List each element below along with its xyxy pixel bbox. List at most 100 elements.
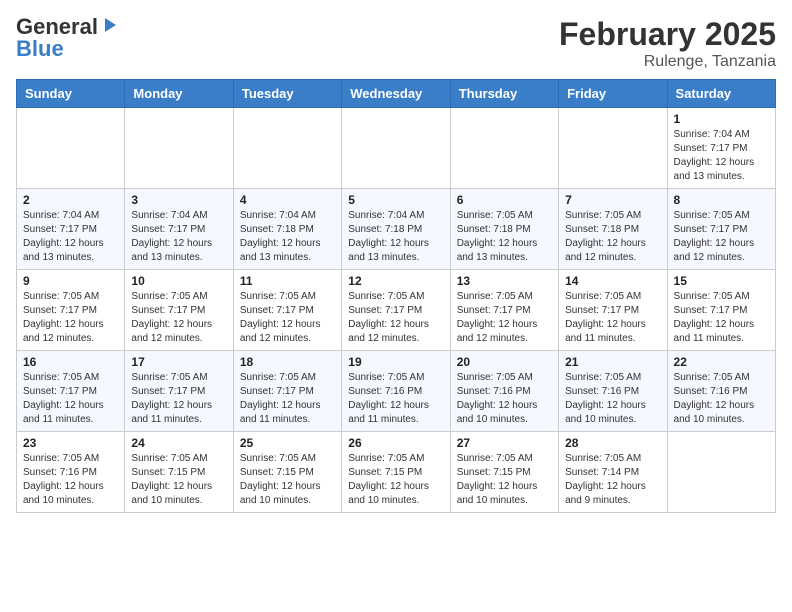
logo-general-text: General [16,16,98,38]
day-number: 7 [565,193,660,207]
calendar-header-wednesday: Wednesday [342,80,450,108]
day-info: Sunrise: 7:04 AM Sunset: 7:18 PM Dayligh… [240,209,335,265]
calendar-day-cell: 8 Sunrise: 7:05 AM Sunset: 7:17 PM Daylig… [667,189,775,270]
calendar-header-tuesday: Tuesday [233,80,341,108]
logo: General Blue [16,16,118,60]
day-number: 12 [348,274,443,288]
day-info: Sunrise: 7:05 AM Sunset: 7:17 PM Dayligh… [131,290,226,346]
calendar-day-cell: 20 Sunrise: 7:05 AM Sunset: 7:16 PM Dayli… [450,351,558,432]
calendar-day-cell: 10 Sunrise: 7:05 AM Sunset: 7:17 PM Dayli… [125,270,233,351]
calendar-day-cell: 3 Sunrise: 7:04 AM Sunset: 7:17 PM Daylig… [125,189,233,270]
day-number: 28 [565,436,660,450]
calendar-day-cell: 24 Sunrise: 7:05 AM Sunset: 7:15 PM Dayli… [125,432,233,513]
calendar-day-cell: 6 Sunrise: 7:05 AM Sunset: 7:18 PM Daylig… [450,189,558,270]
day-info: Sunrise: 7:05 AM Sunset: 7:17 PM Dayligh… [240,290,335,346]
day-info: Sunrise: 7:05 AM Sunset: 7:16 PM Dayligh… [457,371,552,427]
day-info: Sunrise: 7:05 AM Sunset: 7:17 PM Dayligh… [674,290,769,346]
calendar-day-cell [342,108,450,189]
calendar-day-cell: 14Sunrise: 7:05 AM Sunset: 7:17 PM Dayli… [559,270,667,351]
day-info: Sunrise: 7:05 AM Sunset: 7:16 PM Dayligh… [23,452,118,508]
day-number: 1 [674,112,769,126]
calendar-day-cell: 5Sunrise: 7:04 AM Sunset: 7:18 PM Daylig… [342,189,450,270]
location: Rulenge, Tanzania [559,53,776,71]
day-number: 21 [565,355,660,369]
calendar-day-cell: 26 Sunrise: 7:05 AM Sunset: 7:15 PM Dayli… [342,432,450,513]
calendar-day-cell: 11 Sunrise: 7:05 AM Sunset: 7:17 PM Dayli… [233,270,341,351]
calendar-day-cell [233,108,341,189]
calendar-day-cell: 2Sunrise: 7:04 AM Sunset: 7:17 PM Daylig… [17,189,125,270]
calendar-header-saturday: Saturday [667,80,775,108]
day-info: Sunrise: 7:05 AM Sunset: 7:17 PM Dayligh… [674,209,769,265]
calendar-header-friday: Friday [559,80,667,108]
calendar-day-cell [17,108,125,189]
day-info: Sunrise: 7:05 AM Sunset: 7:15 PM Dayligh… [348,452,443,508]
calendar-week-row: 2Sunrise: 7:04 AM Sunset: 7:17 PM Daylig… [17,189,776,270]
calendar-day-cell: 28 Sunrise: 7:05 AM Sunset: 7:14 PM Dayli… [559,432,667,513]
day-number: 25 [240,436,335,450]
calendar-table: SundayMondayTuesdayWednesdayThursdayFrid… [16,79,776,513]
day-number: 13 [457,274,552,288]
calendar-week-row: 1 Sunrise: 7:04 AM Sunset: 7:17 PM Daylig… [17,108,776,189]
day-info: Sunrise: 7:05 AM Sunset: 7:17 PM Dayligh… [457,290,552,346]
day-number: 19 [348,355,443,369]
day-info: Sunrise: 7:05 AM Sunset: 7:18 PM Dayligh… [565,209,660,265]
day-number: 11 [240,274,335,288]
calendar-header-sunday: Sunday [17,80,125,108]
calendar-day-cell [667,432,775,513]
calendar-week-row: 9 Sunrise: 7:05 AM Sunset: 7:17 PM Daylig… [17,270,776,351]
day-info: Sunrise: 7:05 AM Sunset: 7:17 PM Dayligh… [240,371,335,427]
day-info: Sunrise: 7:05 AM Sunset: 7:16 PM Dayligh… [565,371,660,427]
day-info: Sunrise: 7:05 AM Sunset: 7:16 PM Dayligh… [348,371,443,427]
day-info: Sunrise: 7:04 AM Sunset: 7:17 PM Dayligh… [23,209,118,265]
day-info: Sunrise: 7:04 AM Sunset: 7:17 PM Dayligh… [131,209,226,265]
day-number: 6 [457,193,552,207]
logo-triangle-icon [100,16,118,34]
day-info: Sunrise: 7:05 AM Sunset: 7:16 PM Dayligh… [674,371,769,427]
day-number: 8 [674,193,769,207]
calendar-day-cell: 16 Sunrise: 7:05 AM Sunset: 7:17 PM Dayli… [17,351,125,432]
day-number: 20 [457,355,552,369]
day-number: 15 [674,274,769,288]
day-info: Sunrise: 7:04 AM Sunset: 7:17 PM Dayligh… [674,128,769,184]
calendar-day-cell: 15 Sunrise: 7:05 AM Sunset: 7:17 PM Dayli… [667,270,775,351]
calendar-day-cell: 17 Sunrise: 7:05 AM Sunset: 7:17 PM Dayli… [125,351,233,432]
day-info: Sunrise: 7:05 AM Sunset: 7:15 PM Dayligh… [131,452,226,508]
day-number: 24 [131,436,226,450]
calendar-day-cell: 18 Sunrise: 7:05 AM Sunset: 7:17 PM Dayli… [233,351,341,432]
day-number: 9 [23,274,118,288]
day-number: 18 [240,355,335,369]
calendar-header-row: SundayMondayTuesdayWednesdayThursdayFrid… [17,80,776,108]
calendar-day-cell: 13 Sunrise: 7:05 AM Sunset: 7:17 PM Dayli… [450,270,558,351]
day-info: Sunrise: 7:05 AM Sunset: 7:17 PM Dayligh… [23,290,118,346]
day-number: 16 [23,355,118,369]
calendar-week-row: 16 Sunrise: 7:05 AM Sunset: 7:17 PM Dayli… [17,351,776,432]
day-info: Sunrise: 7:05 AM Sunset: 7:15 PM Dayligh… [240,452,335,508]
day-number: 22 [674,355,769,369]
day-number: 26 [348,436,443,450]
calendar-day-cell: 27Sunrise: 7:05 AM Sunset: 7:15 PM Dayli… [450,432,558,513]
day-info: Sunrise: 7:05 AM Sunset: 7:18 PM Dayligh… [457,209,552,265]
day-number: 10 [131,274,226,288]
day-info: Sunrise: 7:04 AM Sunset: 7:18 PM Dayligh… [348,209,443,265]
day-info: Sunrise: 7:05 AM Sunset: 7:17 PM Dayligh… [23,371,118,427]
calendar-week-row: 23Sunrise: 7:05 AM Sunset: 7:16 PM Dayli… [17,432,776,513]
calendar-day-cell: 1 Sunrise: 7:04 AM Sunset: 7:17 PM Daylig… [667,108,775,189]
calendar-day-cell: 7 Sunrise: 7:05 AM Sunset: 7:18 PM Daylig… [559,189,667,270]
calendar-day-cell: 23Sunrise: 7:05 AM Sunset: 7:16 PM Dayli… [17,432,125,513]
day-info: Sunrise: 7:05 AM Sunset: 7:14 PM Dayligh… [565,452,660,508]
day-number: 14 [565,274,660,288]
calendar-day-cell: 12 Sunrise: 7:05 AM Sunset: 7:17 PM Dayli… [342,270,450,351]
calendar-day-cell [559,108,667,189]
day-number: 3 [131,193,226,207]
calendar-day-cell [125,108,233,189]
day-number: 17 [131,355,226,369]
day-info: Sunrise: 7:05 AM Sunset: 7:17 PM Dayligh… [131,371,226,427]
calendar-day-cell: 19 Sunrise: 7:05 AM Sunset: 7:16 PM Dayli… [342,351,450,432]
day-info: Sunrise: 7:05 AM Sunset: 7:17 PM Dayligh… [348,290,443,346]
logo-blue-text: Blue [16,38,64,60]
calendar-header-monday: Monday [125,80,233,108]
calendar-day-cell: 25 Sunrise: 7:05 AM Sunset: 7:15 PM Dayli… [233,432,341,513]
calendar-day-cell: 21 Sunrise: 7:05 AM Sunset: 7:16 PM Dayli… [559,351,667,432]
month-title: February 2025 [559,16,776,53]
calendar-day-cell: 9 Sunrise: 7:05 AM Sunset: 7:17 PM Daylig… [17,270,125,351]
